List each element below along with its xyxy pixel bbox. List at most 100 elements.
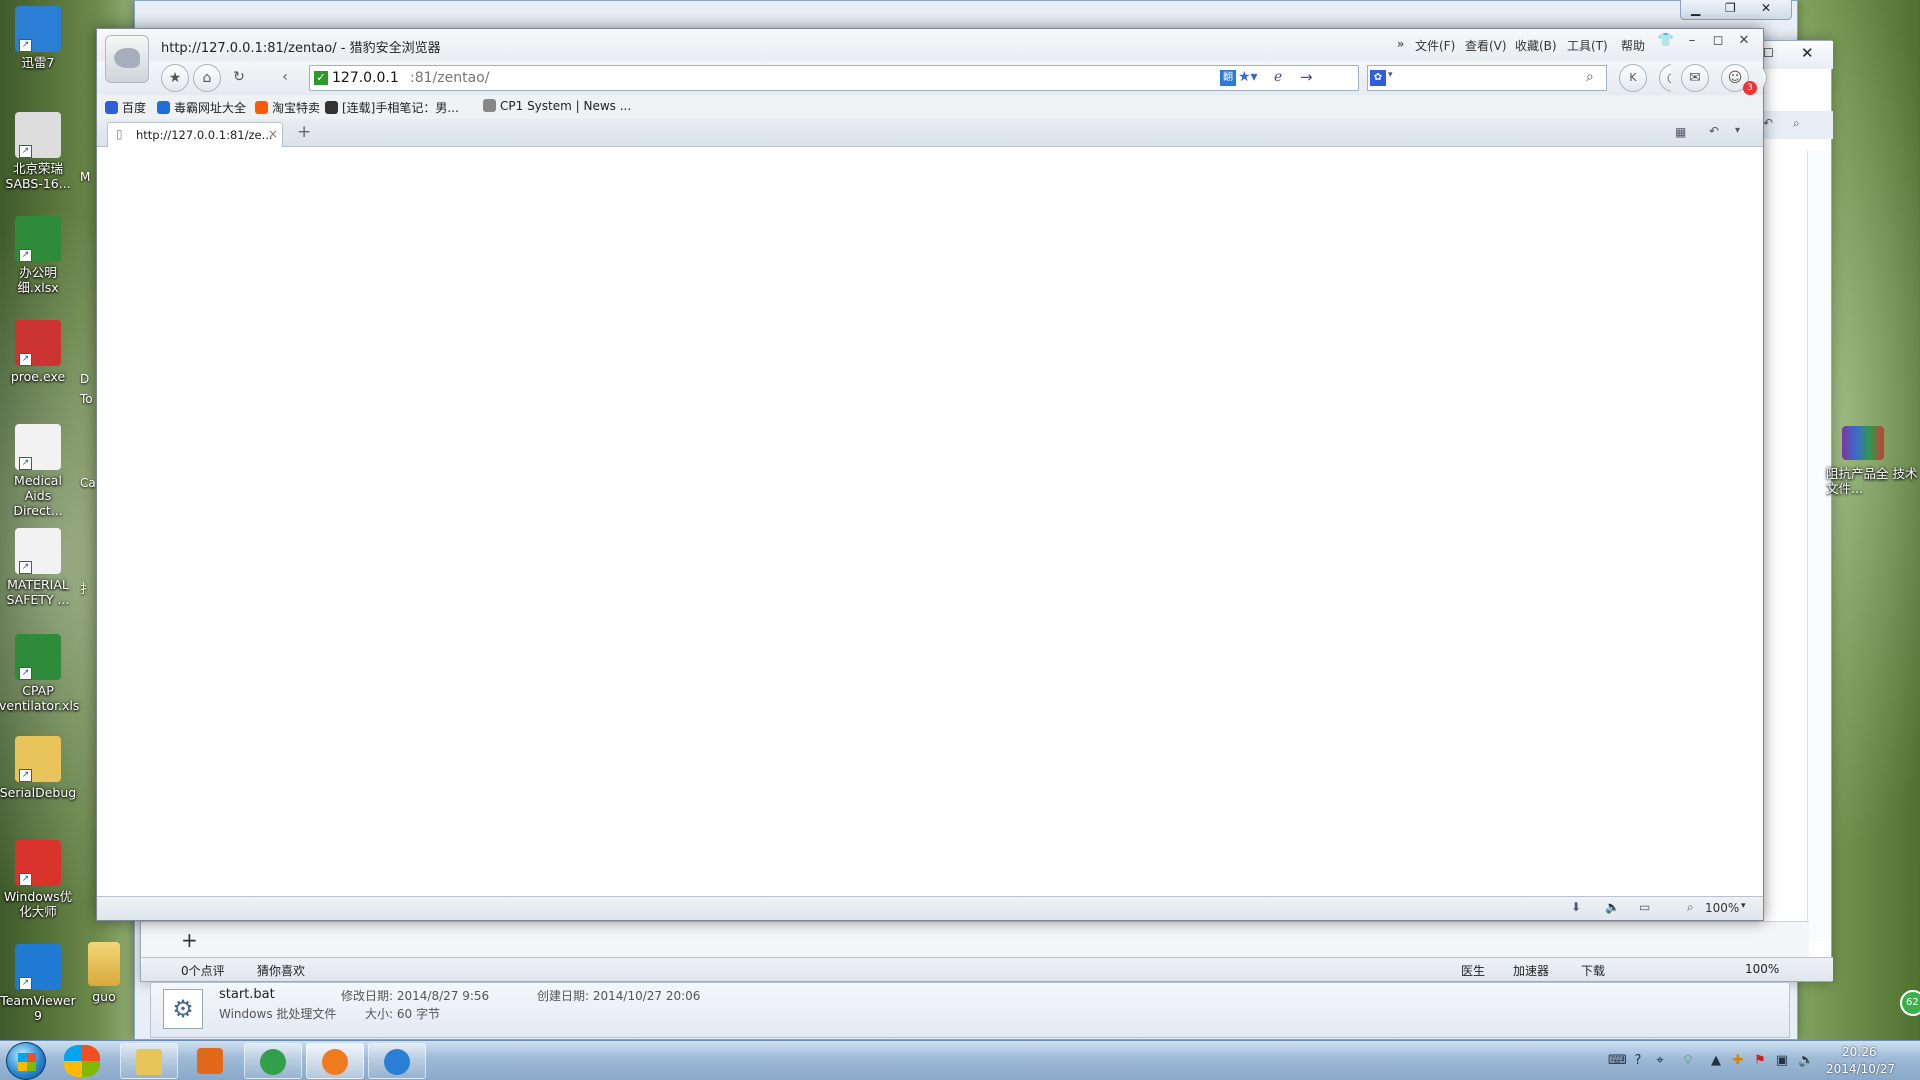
- file-type: Windows 批处理文件: [219, 1007, 337, 1021]
- bookmark-star-icon[interactable]: ★: [161, 64, 189, 92]
- refresh-icon[interactable]: ↻: [225, 64, 253, 92]
- zoom-chevron-icon[interactable]: ▾: [1741, 901, 1746, 911]
- desktop-icon-guo[interactable]: guo: [72, 942, 136, 1004]
- favorite-link[interactable]: 百度: [105, 99, 146, 116]
- undo-close-tab-icon[interactable]: ↶: [1709, 124, 1719, 138]
- shortcut-arrow-icon: ↗: [19, 561, 32, 574]
- menu-favorites[interactable]: 收藏(B): [1515, 37, 1557, 54]
- translate-icon[interactable]: 翻: [1220, 70, 1236, 86]
- volume-icon[interactable]: 🔈: [1605, 900, 1620, 914]
- desktop-icon[interactable]: ↗ 北京荣瑞 SABS-16...: [0, 112, 77, 191]
- go-arrow-icon[interactable]: →: [1300, 68, 1313, 86]
- add-tab-button[interactable]: +: [181, 928, 198, 952]
- favorite-add-icon[interactable]: ★▾: [1238, 69, 1258, 85]
- tab-grid-icon[interactable]: ▦: [1675, 125, 1686, 139]
- search-icon[interactable]: ⌕: [1586, 69, 1594, 85]
- show-hidden-icons-icon[interactable]: ▲: [1708, 1053, 1724, 1069]
- clock-time[interactable]: 20:26: [1842, 1045, 1877, 1059]
- file-created: 创建日期: 2014/10/27 20:06: [537, 989, 701, 1003]
- wifi-icon[interactable]: ⌔: [1680, 1053, 1696, 1069]
- zoom-level[interactable]: 100%: [1745, 962, 1779, 976]
- desktop-icon[interactable]: ↗ proe.exe: [0, 320, 77, 384]
- minimize-icon[interactable]: ▁: [1691, 2, 1700, 16]
- menu-view[interactable]: 查看(V): [1465, 37, 1507, 54]
- download-arrow-icon[interactable]: ⬇: [1571, 900, 1581, 914]
- home-icon[interactable]: ⌂: [193, 64, 221, 92]
- search-box[interactable]: ✿ ▾ ⌕: [1367, 65, 1607, 91]
- shortcut-arrow-icon: ↗: [19, 39, 32, 52]
- browser-zoom-level[interactable]: 100%: [1705, 901, 1739, 915]
- taskbar-liebao[interactable]: [306, 1043, 364, 1079]
- favorite-link[interactable]: [连载]手相笔记：男...: [325, 99, 459, 116]
- float-badge[interactable]: 62: [1900, 990, 1920, 1016]
- tab-close-icon[interactable]: ×: [268, 127, 278, 141]
- menu-file[interactable]: 文件(F): [1415, 37, 1455, 54]
- k-rank-icon[interactable]: K: [1619, 64, 1647, 92]
- restore-icon[interactable]: ☐: [1763, 46, 1774, 60]
- recommend-link[interactable]: 猜你喜欢: [257, 962, 305, 979]
- desktop-icon[interactable]: ↗ Windows优化大师: [0, 840, 77, 919]
- file-size: 大小: 60 字节: [365, 1007, 440, 1021]
- security-icon[interactable]: ✚: [1730, 1053, 1746, 1069]
- skin-shirt-icon[interactable]: 👕: [1653, 31, 1679, 51]
- desktop-icon[interactable]: ↗ MATERIAL SAFETY ...: [0, 528, 77, 607]
- desktop-icon[interactable]: ↗ CPAP ventilator.xls: [0, 634, 79, 713]
- liebao-logo-icon[interactable]: [105, 35, 149, 83]
- maximize-icon[interactable]: ◻: [1705, 31, 1731, 51]
- pin-icon[interactable]: ⌖: [1652, 1053, 1668, 1069]
- close-icon[interactable]: ✕: [1761, 1, 1771, 15]
- tab-menu-chevron-icon[interactable]: ▾: [1735, 125, 1740, 136]
- keyboard-icon[interactable]: ⌨: [1608, 1053, 1627, 1069]
- menu-help[interactable]: 帮助: [1621, 37, 1645, 54]
- desktop-icon[interactable]: ↗ 办公明细.xlsx: [0, 216, 77, 295]
- page-content[interactable]: [97, 149, 1763, 897]
- desktop-icon[interactable]: ↗ SerialDebug: [0, 736, 77, 800]
- taskbar-globe[interactable]: [368, 1043, 426, 1079]
- start-button[interactable]: [6, 1042, 46, 1080]
- ie-mode-icon[interactable]: ℯ: [1274, 69, 1282, 85]
- ie-browser-icon: [260, 1049, 286, 1075]
- menu-tools[interactable]: 工具(T): [1567, 37, 1608, 54]
- doctor-button[interactable]: 医生: [1461, 962, 1485, 979]
- back-icon[interactable]: ‹: [271, 64, 299, 92]
- mail-icon[interactable]: ✉: [1681, 64, 1709, 92]
- accelerator-button[interactable]: 加速器: [1513, 962, 1549, 979]
- desktop-icon-archive[interactable]: 阻抗产品全 技术文件...: [1826, 426, 1920, 496]
- help-icon[interactable]: ?: [1630, 1053, 1646, 1069]
- back-arrow-icon[interactable]: ↶: [1763, 116, 1773, 130]
- comment-count[interactable]: 0个点评: [181, 962, 225, 979]
- desktop-icon[interactable]: ↗ TeamViewer 9: [0, 944, 77, 1023]
- close-icon[interactable]: ✕: [1801, 44, 1814, 62]
- clock-date[interactable]: 2014/10/27: [1826, 1062, 1895, 1076]
- address-bar[interactable]: ✓ 127.0.0.1 :81/zentao/ 翻 ★▾ ℯ →: [309, 65, 1359, 91]
- liebao-browser-window: http://127.0.0.1:81/zentao/ - 猎豹安全浏览器 » …: [96, 28, 1767, 921]
- taskbar-media-player[interactable]: [182, 1043, 240, 1079]
- windows-optimizer-taskbar-icon[interactable]: [64, 1045, 100, 1077]
- favorite-link[interactable]: 毒霸网址大全: [157, 99, 246, 116]
- minimize-icon[interactable]: –: [1679, 31, 1705, 51]
- close-icon[interactable]: ✕: [1731, 31, 1757, 51]
- desktop-icon[interactable]: ↗ 迅雷7: [0, 6, 77, 70]
- partial-icon-label: 扌: [80, 582, 93, 596]
- taskbar-ie[interactable]: [244, 1043, 302, 1079]
- favorite-link[interactable]: 淘宝特卖: [255, 99, 320, 116]
- tab-zentao[interactable]: ▯ http://127.0.0.1:81/ze... ×: [107, 122, 283, 147]
- download-button[interactable]: 下载: [1581, 962, 1605, 979]
- restore-icon[interactable]: ❐: [1725, 1, 1736, 15]
- new-tab-button[interactable]: +: [297, 122, 311, 142]
- search-engine-chevron-icon[interactable]: ▾: [1388, 70, 1393, 80]
- window-mode-icon[interactable]: ▭: [1639, 900, 1650, 914]
- scrollbar[interactable]: [1807, 151, 1831, 941]
- zoom-icon[interactable]: ⌕: [1687, 900, 1694, 915]
- desktop-icon-label: SerialDebug: [0, 785, 77, 800]
- taskbar-explorer[interactable]: [120, 1043, 178, 1079]
- menu-chevron[interactable]: »: [1397, 37, 1404, 51]
- flag-icon[interactable]: ⚑: [1752, 1053, 1768, 1069]
- favorite-label: 淘宝特卖: [272, 101, 321, 115]
- desktop-icon[interactable]: ↗ Medical Aids Direct...: [0, 424, 77, 518]
- favorite-link[interactable]: CP1 System | News ...: [483, 99, 631, 113]
- volume-icon[interactable]: 🔈: [1798, 1053, 1814, 1069]
- baidu-paw-icon[interactable]: ✿: [1370, 70, 1386, 86]
- network-icon[interactable]: ▣: [1774, 1053, 1790, 1069]
- search-icon[interactable]: ⌕: [1793, 116, 1800, 131]
